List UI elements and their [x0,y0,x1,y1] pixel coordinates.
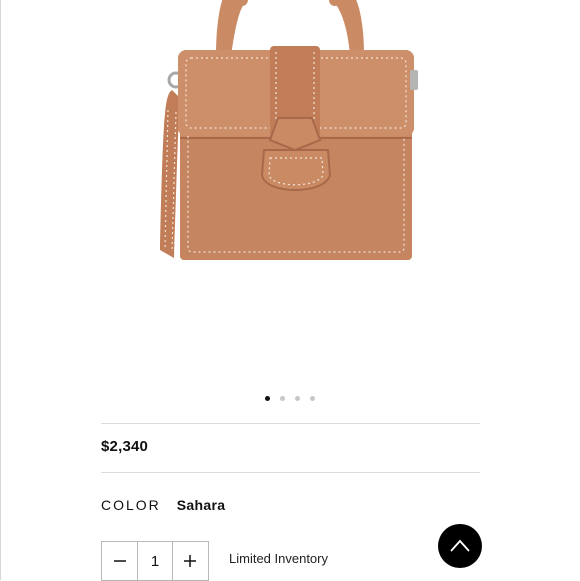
color-selector: COLOR Sahara [101,497,225,513]
carousel-dots [0,396,580,401]
product-image[interactable] [130,0,430,275]
inventory-status: Limited Inventory [229,551,328,566]
minus-icon [113,560,126,562]
carousel-dot-3[interactable] [295,396,300,401]
plus-icon [184,555,197,567]
increment-button[interactable] [173,542,208,580]
leather-handbag-image [160,0,418,260]
divider [101,423,480,424]
carousel-dot-2[interactable] [280,396,285,401]
color-value: Sahara [176,497,226,513]
divider [101,472,480,473]
quantity-value[interactable]: 1 [137,542,173,580]
carousel-dot-4[interactable] [310,396,315,401]
quantity-stepper: 1 [101,541,209,581]
left-edge-divider [0,0,1,580]
product-price: $2,340 [101,438,149,455]
chevron-up-icon [450,539,470,552]
scroll-to-top-button[interactable] [438,524,482,568]
decrement-button[interactable] [102,542,137,580]
carousel-dot-1[interactable] [265,396,270,401]
color-label: COLOR [101,497,161,513]
